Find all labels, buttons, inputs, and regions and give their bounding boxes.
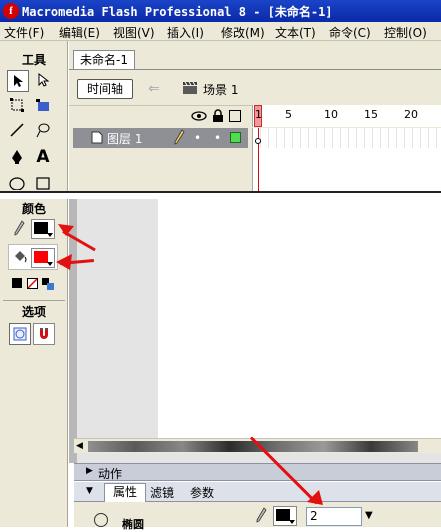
document-area: 未命名-1 时间轴 ⇐ 场景 1 1 5 10 15 20 图层 1 • • bbox=[69, 41, 441, 191]
collapse-arrow-icon[interactable]: ▼ bbox=[86, 486, 93, 496]
annotation-arrowhead-input bbox=[307, 490, 323, 505]
default-colors-icon[interactable] bbox=[12, 278, 22, 288]
tab-parameters[interactable]: 参数 bbox=[190, 484, 214, 501]
tools-panel: 工具 A bbox=[0, 41, 68, 191]
tools-heading: 工具 bbox=[21, 53, 46, 67]
annotation-arrowhead-fill bbox=[56, 254, 72, 270]
window-title: Macromedia Flash Professional 8 - [未命名-1… bbox=[22, 5, 333, 19]
menu-commands[interactable]: 命令(C) bbox=[329, 24, 371, 41]
rectangle-tool-icon[interactable] bbox=[33, 172, 53, 192]
ruler-tick: 1 bbox=[255, 108, 262, 121]
menu-bar: 文件(F) 编辑(E) 视图(V) 插入(I) 修改(M) 文本(T) 命令(C… bbox=[0, 22, 441, 41]
tab-properties[interactable]: 属性 bbox=[104, 483, 146, 502]
layer-outline-color[interactable] bbox=[230, 132, 241, 143]
object-drawing-icon[interactable] bbox=[9, 323, 31, 345]
actions-label: 动作 bbox=[98, 467, 123, 481]
annotation-arrowhead-stroke bbox=[58, 224, 74, 236]
layer-page-icon bbox=[91, 131, 103, 147]
text-tool-icon[interactable]: A bbox=[33, 147, 53, 167]
actions-panel-header[interactable]: ▶ 动作 bbox=[74, 463, 441, 481]
stage-canvas[interactable] bbox=[158, 199, 441, 438]
stroke-pencil-icon bbox=[13, 220, 25, 239]
properties-panel: 椭圆 2 ▼ bbox=[74, 502, 441, 531]
pencil-icon[interactable] bbox=[173, 129, 185, 148]
free-transform-tool-icon[interactable] bbox=[7, 95, 27, 115]
expand-arrow-icon[interactable]: ▶ bbox=[86, 466, 93, 476]
line-tool-icon[interactable] bbox=[7, 120, 27, 140]
stroke-color-swatch[interactable] bbox=[31, 219, 55, 239]
scene-clapper-icon bbox=[183, 81, 197, 94]
screenshot-divider bbox=[0, 191, 441, 199]
fill-color-swatch[interactable] bbox=[31, 248, 55, 268]
visibility-dot[interactable]: • bbox=[194, 131, 201, 145]
menu-insert[interactable]: 插入(I) bbox=[167, 24, 204, 41]
outline-square-icon[interactable] bbox=[229, 110, 241, 122]
no-color-icon[interactable] bbox=[27, 278, 38, 292]
tab-strip-divider bbox=[69, 69, 441, 70]
timeline-frames[interactable] bbox=[252, 128, 441, 191]
tools-panel-lower: 颜色 选项 bbox=[0, 199, 68, 527]
lock-icon[interactable] bbox=[212, 109, 224, 126]
properties-tab-bar: ▼ 属性 滤镜 参数 bbox=[74, 482, 441, 502]
tab-filters[interactable]: 滤镜 bbox=[150, 484, 174, 501]
menu-edit[interactable]: 编辑(E) bbox=[59, 24, 100, 41]
ruler-tick: 15 bbox=[364, 108, 378, 121]
ruler-tick: 20 bbox=[404, 108, 418, 121]
options-heading: 选项 bbox=[21, 305, 46, 319]
subselect-tool-icon[interactable] bbox=[33, 70, 53, 90]
flash-logo-icon: f bbox=[3, 3, 19, 19]
menu-text[interactable]: 文本(T) bbox=[275, 24, 316, 41]
shape-name-label: 椭圆 bbox=[122, 518, 144, 531]
lasso-tool-icon[interactable] bbox=[33, 120, 53, 140]
stroke-pencil-icon bbox=[255, 507, 267, 526]
back-arrow-icon[interactable]: ⇐ bbox=[143, 81, 165, 97]
window-title-bar: f Macromedia Flash Professional 8 - [未命名… bbox=[0, 0, 441, 22]
menu-modify[interactable]: 修改(M) bbox=[221, 24, 265, 41]
menu-control[interactable]: 控制(O) bbox=[384, 24, 427, 41]
timeline-button[interactable]: 时间轴 bbox=[77, 79, 133, 99]
menu-file[interactable]: 文件(F) bbox=[4, 24, 44, 41]
ruler-tick: 10 bbox=[324, 108, 338, 121]
pen-tool-icon[interactable] bbox=[7, 147, 27, 167]
props-stroke-color-swatch[interactable] bbox=[273, 506, 297, 526]
eye-icon[interactable] bbox=[191, 110, 207, 125]
menu-view[interactable]: 视图(V) bbox=[113, 24, 155, 41]
paint-bucket-icon bbox=[13, 250, 27, 267]
scene-label[interactable]: 场景 1 bbox=[203, 81, 238, 98]
stroke-height-stepper-icon[interactable]: ▼ bbox=[365, 510, 373, 521]
swap-colors-icon[interactable] bbox=[42, 278, 54, 293]
document-tab[interactable]: 未命名-1 bbox=[73, 50, 135, 69]
panel-separator bbox=[3, 300, 65, 301]
colors-heading: 颜色 bbox=[21, 202, 46, 216]
props-stroke-color-fill bbox=[276, 509, 290, 521]
arrow-tool-icon[interactable] bbox=[7, 70, 29, 92]
fill-color-fill bbox=[34, 251, 48, 263]
keyframe-marker[interactable] bbox=[255, 138, 261, 144]
oval-tool-icon[interactable] bbox=[7, 172, 27, 192]
scroll-thumb[interactable] bbox=[88, 441, 418, 452]
frame-cells[interactable] bbox=[253, 128, 441, 148]
fill-transform-tool-icon[interactable] bbox=[33, 95, 53, 115]
lock-dot[interactable]: • bbox=[214, 131, 221, 145]
snap-magnet-icon[interactable] bbox=[33, 323, 55, 345]
layer-row[interactable]: 图层 1 • • bbox=[73, 128, 248, 148]
oval-shape-icon bbox=[94, 513, 108, 527]
layer-name: 图层 1 bbox=[107, 132, 143, 146]
frame-ruler[interactable]: 1 5 10 15 20 bbox=[252, 105, 441, 127]
stroke-color-fill bbox=[34, 222, 48, 234]
stroke-height-input[interactable]: 2 bbox=[306, 507, 362, 526]
ruler-tick: 5 bbox=[285, 108, 292, 121]
scroll-left-icon[interactable]: ◀ bbox=[76, 441, 83, 451]
